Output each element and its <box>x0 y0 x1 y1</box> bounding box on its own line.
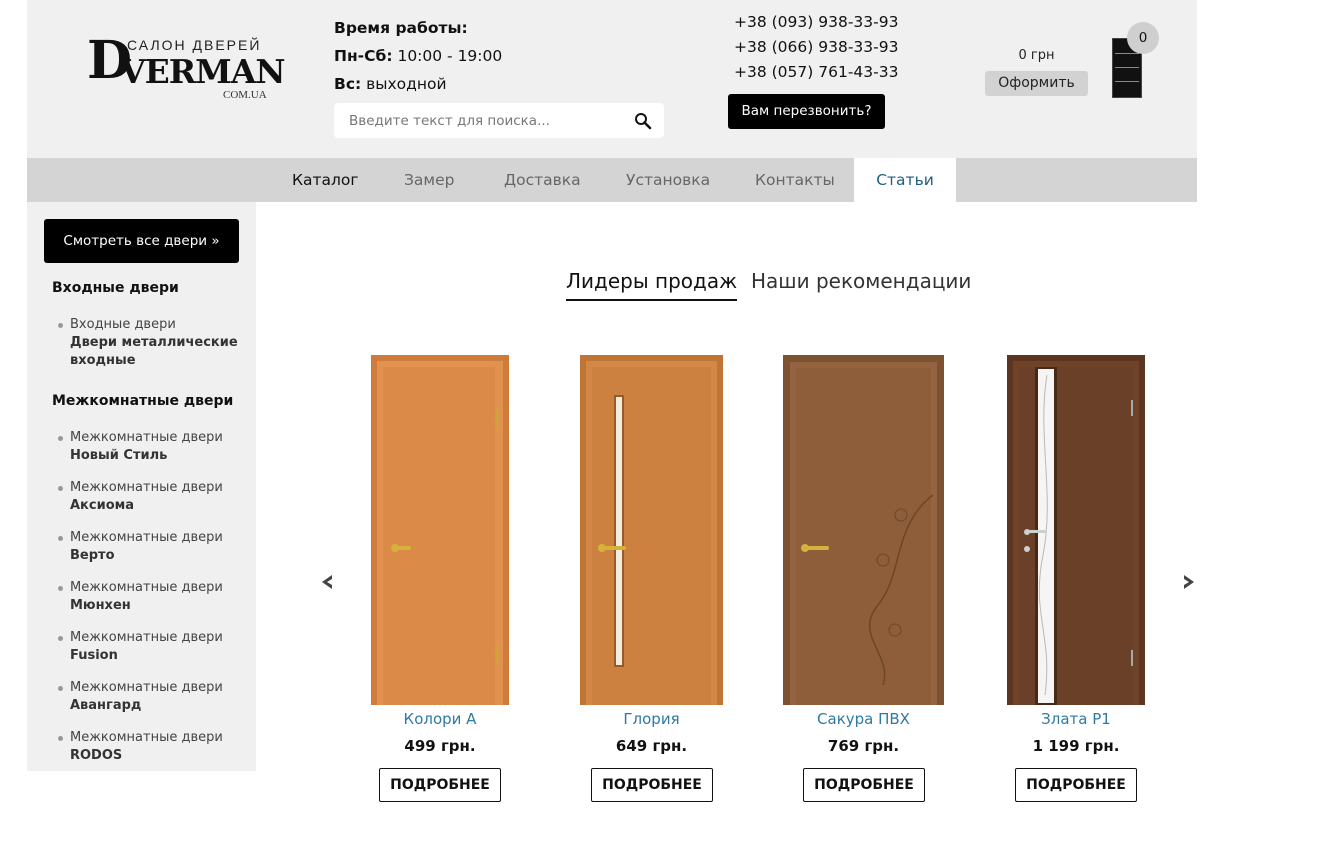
product-name[interactable]: Злата Р1 <box>1007 710 1145 728</box>
hours-sunday-label: Вс: <box>334 75 362 93</box>
chevron-left-icon[interactable] <box>320 574 334 590</box>
site-logo[interactable]: D VERMAN САЛОН ДВЕРЕЙ COM.UA <box>87 33 285 103</box>
sidebar-item-prefix: Межкомнатные двери <box>70 630 223 645</box>
sidebar: Смотреть все двери » Входные двери Входн… <box>27 202 256 771</box>
product-details-button[interactable]: ПОДРОБНЕЕ <box>591 768 713 802</box>
sidebar-item[interactable]: Межкомнатные двери Мюнхен <box>58 579 223 615</box>
product-image[interactable] <box>371 355 509 705</box>
phone-number[interactable]: +38 (066) 938-33-93 <box>734 35 898 60</box>
logo-tagline: САЛОН ДВЕРЕЙ <box>127 37 262 53</box>
nav-item-articles[interactable]: Статьи <box>854 158 956 202</box>
nav-item-installation[interactable]: Установка <box>626 158 710 202</box>
phone-number[interactable]: +38 (093) 938-33-93 <box>734 10 898 35</box>
callback-button[interactable]: Вам перезвонить? <box>728 94 885 129</box>
hours-weekdays-label: Пн-Сб: <box>334 47 393 65</box>
checkout-button[interactable]: Оформить <box>985 71 1088 96</box>
sidebar-item-name: Fusion <box>70 648 118 663</box>
product-details-button[interactable]: ПОДРОБНЕЕ <box>1015 768 1137 802</box>
sidebar-item-name: RODOS <box>70 748 123 763</box>
sidebar-item-prefix: Межкомнатные двери <box>70 430 223 445</box>
sidebar-item-name: Аксиома <box>70 498 135 513</box>
product-price: 1 199 грн. <box>1032 737 1120 755</box>
product-price: 499 грн. <box>404 737 476 755</box>
sidebar-item[interactable]: Межкомнатные двери Новый Стиль <box>58 429 223 465</box>
working-hours: Время работы: Пн-Сб: 10:00 - 19:00 Вс: в… <box>334 14 502 98</box>
sidebar-item[interactable]: Межкомнатные двери Авангард <box>58 679 223 715</box>
product-price: 649 грн. <box>615 737 688 755</box>
sidebar-item-prefix: Межкомнатные двери <box>70 530 223 545</box>
sidebar-item-prefix: Межкомнатные двери <box>70 480 223 495</box>
search-input[interactable] <box>334 103 624 138</box>
chevron-right-icon[interactable] <box>1182 574 1196 590</box>
sidebar-item-prefix: Входные двери <box>70 317 176 332</box>
phone-number[interactable]: +38 (057) 761-43-33 <box>734 60 898 85</box>
main-nav: Каталог Замер Доставка Установка Контакт… <box>27 158 1197 202</box>
nav-item-catalog[interactable]: Каталог <box>292 158 359 202</box>
header: D VERMAN САЛОН ДВЕРЕЙ COM.UA Время работ… <box>27 0 1197 158</box>
nav-item-contacts[interactable]: Контакты <box>755 158 835 202</box>
sidebar-item-name: Мюнхен <box>70 598 131 613</box>
product-details-button[interactable]: ПОДРОБНЕЕ <box>379 768 501 802</box>
product-image[interactable] <box>580 355 723 705</box>
logo-domain: COM.UA <box>223 89 267 101</box>
phone-list: +38 (093) 938-33-93 +38 (066) 938-33-93 … <box>734 10 898 85</box>
sidebar-item-prefix: Межкомнатные двери <box>70 730 223 745</box>
product-name[interactable]: Сакура ПВХ <box>783 710 944 728</box>
sidebar-item-name: Двери металлические входные <box>70 335 238 368</box>
nav-item-delivery[interactable]: Доставка <box>504 158 581 202</box>
sidebar-item-name: Верто <box>70 548 115 563</box>
category-title-interior[interactable]: Межкомнатные двери <box>52 393 233 409</box>
nav-item-measure[interactable]: Замер <box>404 158 455 202</box>
hours-weekdays-value: 10:00 - 19:00 <box>397 47 503 65</box>
product-name[interactable]: Колори А <box>371 710 509 728</box>
hours-title: Время работы: <box>334 19 468 37</box>
product-image[interactable] <box>783 355 944 705</box>
sidebar-item[interactable]: Межкомнатные двери Fusion <box>58 629 223 665</box>
logo-name: VERMAN <box>120 52 285 91</box>
tab-bestsellers[interactable]: Лидеры продаж <box>566 269 738 301</box>
sidebar-item[interactable]: Межкомнатные двери Аксиома <box>58 479 223 515</box>
product-image[interactable] <box>1007 355 1145 705</box>
cart-sum: 0 грн <box>1018 48 1055 63</box>
product-details-button[interactable]: ПОДРОБНЕЕ <box>803 768 925 802</box>
sidebar-item[interactable]: Межкомнатные двери Верто <box>58 529 223 565</box>
sidebar-item-name: Новый Стиль <box>70 448 168 463</box>
sidebar-item-name: Авангард <box>70 698 142 713</box>
category-title-entrance[interactable]: Входные двери <box>52 280 179 296</box>
sidebar-item-prefix: Межкомнатные двери <box>70 580 223 595</box>
sidebar-item[interactable]: Межкомнатные двери RODOS <box>58 729 223 765</box>
hours-sunday-value: выходной <box>366 75 447 93</box>
sidebar-item[interactable]: Входные двери Двери металлические входны… <box>58 316 240 370</box>
search-icon[interactable] <box>634 112 652 130</box>
cart-count-badge: 0 <box>1127 22 1159 54</box>
view-all-doors-button[interactable]: Смотреть все двери » <box>44 219 239 263</box>
product-price: 769 грн. <box>827 737 900 755</box>
product-name[interactable]: Глория <box>580 710 723 728</box>
tab-recommendations[interactable]: Наши рекомендации <box>751 269 971 293</box>
search-box <box>334 103 664 138</box>
sidebar-item-prefix: Межкомнатные двери <box>70 680 223 695</box>
